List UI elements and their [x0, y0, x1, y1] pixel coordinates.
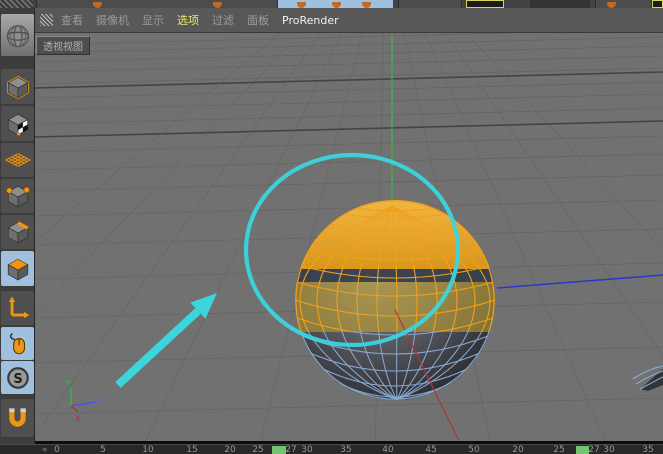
toolbar-button-group [398, 0, 462, 8]
menu-item-panel[interactable]: 面板 [247, 12, 269, 28]
ruler-frame-label: 20 [512, 445, 523, 454]
tool-points-mode[interactable] [1, 179, 34, 213]
ruler-frame-label: 35 [642, 445, 653, 454]
ruler-frame-label: 30 [603, 445, 614, 454]
tool-snap-magnet[interactable] [1, 399, 34, 437]
texture-mode-icon [5, 111, 31, 137]
toolbar-button-group [36, 0, 278, 8]
cinema4d-window: { "viewport_menu": { "items": [ {"label"… [0, 0, 663, 454]
ruler-frame-label: 20 [224, 445, 235, 454]
menu-item-options[interactable]: 选项 [177, 12, 199, 28]
ruler-frame-label: 50 [468, 445, 479, 454]
tool-viewport-solo[interactable] [1, 327, 34, 360]
tool-workplane[interactable] [1, 143, 34, 177]
ruler-frame-label: 27 [285, 445, 296, 454]
toolbar-highlighted-button [466, 0, 504, 8]
svg-text:S: S [13, 371, 22, 386]
menu-item-view[interactable]: 查看 [61, 12, 83, 28]
menu-item-cameras[interactable]: 摄像机 [96, 12, 129, 28]
ruler-frame-label: 15 [186, 445, 197, 454]
solo-s-icon: S [5, 365, 31, 391]
tool-texture-mode[interactable] [1, 106, 34, 141]
ruler-frame-label: 45 [425, 445, 436, 454]
current-frame-marker[interactable] [576, 446, 589, 454]
viewport-menubar: 查看 摄像机 显示 选项 过滤 面板 ProRender [35, 8, 663, 33]
tool-edges-mode[interactable] [1, 215, 34, 249]
ruler-frame-label: 30 [301, 445, 312, 454]
ruler-frame-label: 25 [553, 445, 564, 454]
ruler-frame-label: 35 [340, 445, 351, 454]
toolbar-button-group [595, 0, 652, 8]
menu-item-display[interactable]: 显示 [142, 12, 164, 28]
tool-make-editable[interactable] [1, 69, 34, 104]
current-frame-marker[interactable] [272, 446, 286, 454]
left-tool-palette: S [0, 8, 35, 443]
ruler-frame-label: 40 [382, 445, 393, 454]
tool-enable-axis[interactable] [1, 291, 34, 325]
enable-axis-icon [5, 295, 31, 321]
toolbar-highlighted-button [652, 0, 663, 8]
perspective-view-label: 透视视图 [36, 36, 90, 55]
polygons-mode-icon [5, 256, 31, 282]
palette-grip-hatch [0, 0, 33, 8]
globe-icon [4, 21, 32, 49]
ruler-frame-label: 25 [252, 445, 263, 454]
gizmo-y-label: Y [65, 379, 71, 388]
menu-item-prorender[interactable]: ProRender [282, 14, 339, 27]
viewport-solo-mouse-icon [5, 331, 31, 357]
timeline-ruler[interactable]: « 0 5 10 15 20 25 27 30 35 40 45 50 20 25 27 30 35 [0, 444, 663, 454]
tool-globe[interactable] [1, 14, 34, 56]
workplane-icon [5, 147, 31, 173]
points-mode-icon [5, 183, 31, 209]
snap-magnet-icon [4, 405, 31, 432]
ruler-frame-label: 0 [54, 445, 60, 454]
gizmo-x-label: X [75, 414, 81, 423]
ruler-frame-label: 27 [588, 445, 599, 454]
menu-grip-icon[interactable] [40, 14, 53, 26]
menu-item-filter[interactable]: 过滤 [212, 12, 234, 28]
toolbar-button-group [530, 0, 590, 8]
viewport-canvas[interactable]: 透视视图 Y Z X [35, 33, 663, 441]
tool-solo-mode[interactable]: S [1, 361, 34, 394]
ruler-frame-label: 10 [142, 445, 153, 454]
main-toolbar-sliver [0, 0, 663, 8]
ruler-frame-label: 5 [100, 445, 106, 454]
ruler-prefix: « [42, 445, 48, 454]
make-editable-icon [5, 74, 31, 100]
edges-mode-icon [5, 219, 31, 245]
gizmo-z-label: Z [97, 394, 103, 403]
scene-3d: Y Z X [35, 33, 663, 441]
tool-polygons-mode[interactable] [1, 251, 34, 286]
